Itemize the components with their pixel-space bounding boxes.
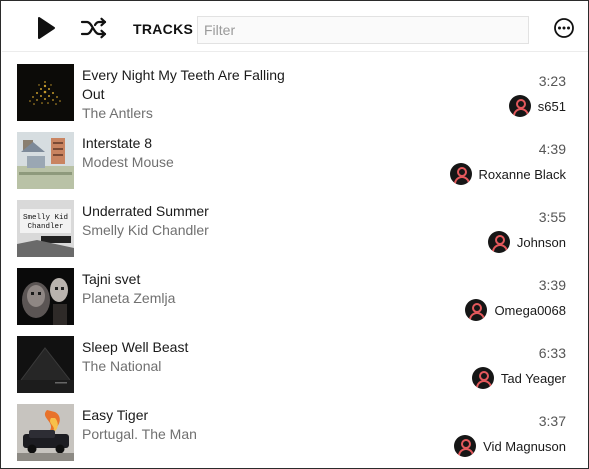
track-row[interactable]: Interstate 8 Modest Mouse 4:39 Roxanne B… <box>2 121 588 189</box>
filter-input[interactable] <box>197 16 529 44</box>
album-art <box>17 336 74 393</box>
track-row[interactable]: Every Night My Teeth Are Falling Out The… <box>2 53 588 121</box>
track-user[interactable]: s651 <box>508 95 566 117</box>
track-title: Interstate 8 <box>82 135 153 151</box>
track-duration: 3:37 <box>538 413 566 429</box>
album-art <box>17 268 74 325</box>
album-art <box>17 64 74 121</box>
track-title: Sleep Well Beast <box>82 339 189 355</box>
track-artist: Modest Mouse <box>82 154 174 170</box>
toolbar: TRACKS <box>2 2 588 52</box>
more-options-icon <box>554 18 574 38</box>
track-artist: Smelly Kid Chandler <box>82 222 209 238</box>
track-duration: 3:39 <box>538 277 566 293</box>
shuffle-button[interactable] <box>80 14 108 42</box>
more-options-button[interactable] <box>550 14 578 42</box>
track-duration: 6:33 <box>538 345 566 361</box>
track-row[interactable]: Easy Tiger Portugal. The Man 3:37 Vid Ma… <box>2 393 588 461</box>
user-name: Tad Yeager <box>500 370 566 386</box>
track-duration: 3:55 <box>538 209 566 225</box>
album-art <box>17 404 74 461</box>
user-name: Johnson <box>516 234 566 250</box>
track-title: Tajni svet <box>82 271 141 287</box>
track-user[interactable]: Vid Magnuson <box>454 435 566 457</box>
user-name: Roxanne Black <box>478 166 566 182</box>
avatar <box>449 163 472 185</box>
album-art: Smelly Kid Chandler <box>17 200 74 257</box>
track-artist: Portugal. The Man <box>82 426 197 442</box>
album-art <box>17 132 74 189</box>
avatar <box>508 95 531 117</box>
avatar <box>454 435 477 457</box>
shuffle-icon <box>80 17 107 39</box>
track-title: Every Night My Teeth Are Falling Out <box>82 67 285 102</box>
avatar <box>471 367 494 389</box>
track-row[interactable]: Tajni svet Planeta Zemlja 3:39 Omega0068 <box>2 257 588 325</box>
track-user[interactable]: Omega0068 <box>465 299 566 321</box>
play-button[interactable] <box>32 14 60 42</box>
track-title: Underrated Summer <box>82 203 209 219</box>
track-row[interactable]: Smelly Kid Chandler Underrated Summer Sm… <box>2 189 588 257</box>
album-art-text: Chandler <box>27 223 63 231</box>
track-duration: 4:39 <box>538 141 566 157</box>
track-row[interactable]: Sleep Well Beast The National 6:33 Tad Y… <box>2 325 588 393</box>
user-name: s651 <box>537 98 566 114</box>
track-user[interactable]: Tad Yeager <box>471 367 566 389</box>
track-user[interactable]: Johnson <box>487 231 566 253</box>
album-art-text: Smelly Kid <box>23 214 68 222</box>
track-title: Easy Tiger <box>82 407 149 423</box>
track-list: Every Night My Teeth Are Falling Out The… <box>2 53 588 461</box>
play-icon <box>38 17 55 39</box>
track-user[interactable]: Roxanne Black <box>449 163 566 185</box>
avatar <box>465 299 488 321</box>
track-artist: The National <box>82 358 162 374</box>
user-name: Vid Magnuson <box>483 438 566 454</box>
track-artist: Planeta Zemlja <box>82 290 176 306</box>
tracks-panel: TRACKS Filter Every Night My Teeth Are F… <box>0 0 589 469</box>
track-duration: 3:23 <box>538 73 566 89</box>
user-name: Omega0068 <box>494 302 566 318</box>
section-title: TRACKS <box>133 21 194 37</box>
avatar <box>487 231 510 253</box>
